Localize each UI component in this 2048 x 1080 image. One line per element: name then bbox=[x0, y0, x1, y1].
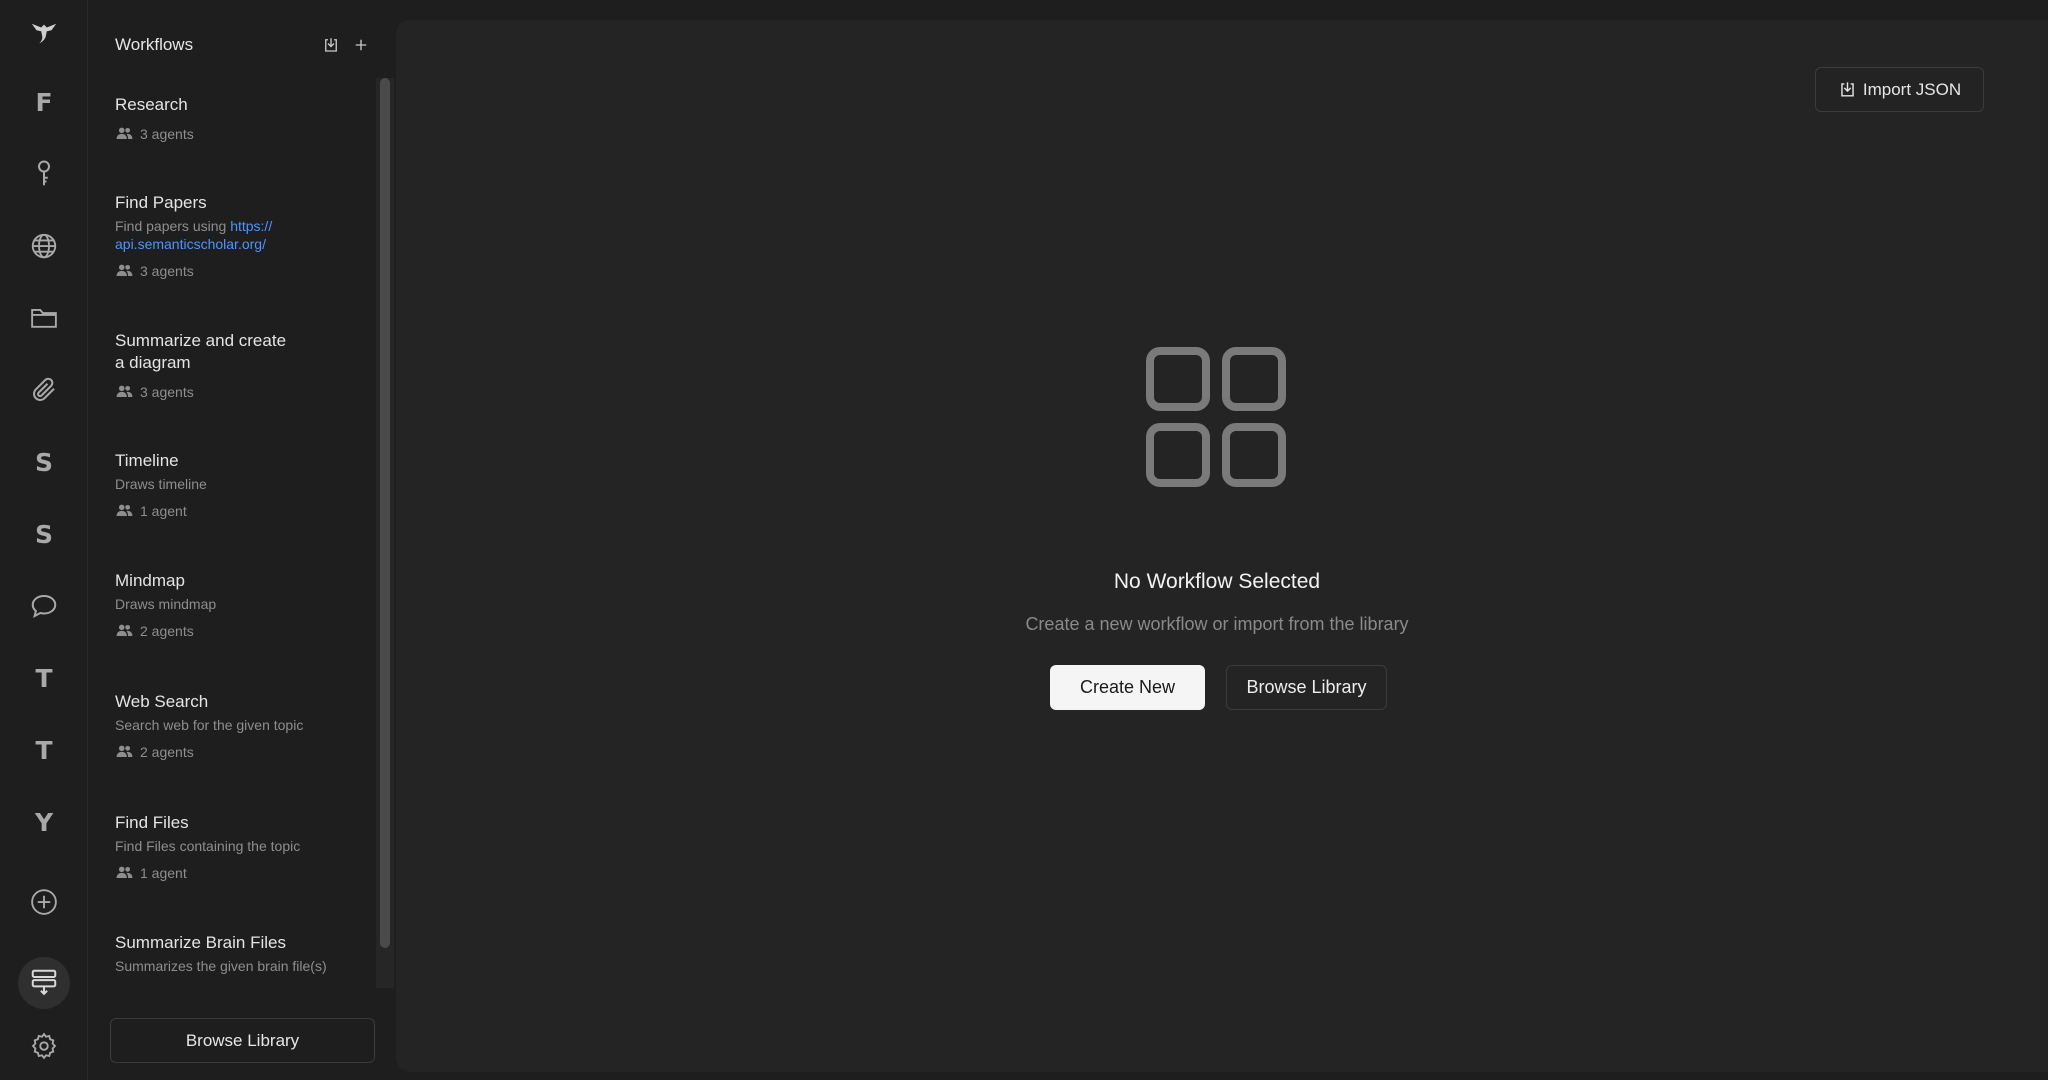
rail-item-chat[interactable] bbox=[0, 578, 88, 634]
import-json-label: Import JSON bbox=[1862, 79, 1962, 99]
gear-icon bbox=[31, 1032, 57, 1060]
grid-icon bbox=[1146, 347, 1286, 487]
workflow-item-find-papers[interactable]: Find Papers Find papers using https:// a… bbox=[115, 192, 370, 280]
settings-button[interactable] bbox=[0, 1018, 88, 1074]
rail-item-workflows[interactable] bbox=[0, 954, 88, 1010]
add-button[interactable] bbox=[0, 874, 88, 930]
users-icon bbox=[116, 127, 133, 140]
rail-letter: S bbox=[34, 519, 53, 549]
users-icon bbox=[116, 264, 133, 277]
import-workflow-button[interactable] bbox=[317, 31, 345, 59]
workflow-agents: 2 agents bbox=[115, 742, 370, 761]
plus-circle-icon bbox=[31, 889, 57, 915]
workflow-description: Draws timeline bbox=[115, 476, 207, 492]
add-workflow-button[interactable] bbox=[347, 31, 375, 59]
workflow-description: Find Files containing the topic bbox=[115, 838, 301, 854]
sidebar-header: Workflows bbox=[115, 30, 375, 60]
workflow-title: Summarize Brain Files bbox=[115, 933, 286, 952]
workflow-agents: 3 agents bbox=[115, 382, 370, 401]
empty-state-title: No Workflow Selected bbox=[1113, 570, 1321, 593]
users-icon bbox=[116, 504, 133, 517]
rail-item-s1[interactable]: S bbox=[0, 434, 88, 490]
rail-item-keys[interactable] bbox=[0, 146, 88, 202]
users-icon bbox=[116, 624, 133, 637]
workflow-title: Web Search bbox=[115, 692, 209, 711]
workflow-item-research[interactable]: Research 3 agents bbox=[115, 94, 370, 143]
users-icon bbox=[116, 745, 133, 758]
plus-icon bbox=[355, 39, 367, 51]
workflow-item-summarize-brain-files[interactable]: Summarize Brain Files Summarizes the giv… bbox=[115, 932, 370, 975]
workflow-list: Research 3 agents Find Papers Find paper… bbox=[115, 78, 370, 988]
workflow-description: Draws mindmap bbox=[115, 596, 217, 612]
rail-letter: S bbox=[34, 447, 53, 477]
workflow-title: Summarize and create a diagram bbox=[115, 331, 287, 372]
logo[interactable] bbox=[0, 6, 88, 62]
workflow-title: Mindmap bbox=[115, 571, 185, 590]
import-icon bbox=[1841, 82, 1854, 97]
workflow-stack-icon bbox=[31, 969, 57, 996]
agent-count: 3 agents bbox=[140, 262, 194, 279]
workflow-title: Find Papers bbox=[115, 193, 207, 212]
agent-count: 3 agents bbox=[140, 383, 194, 400]
rail-item-t1[interactable]: T bbox=[0, 650, 88, 706]
description-text: Find papers using bbox=[115, 218, 231, 234]
icon-rail: F S S T T Y bbox=[0, 0, 88, 1080]
workflow-title: Timeline bbox=[115, 451, 179, 470]
rail-item-t2[interactable]: T bbox=[0, 722, 88, 778]
workflow-agents: 1 agent bbox=[115, 501, 370, 520]
workflow-item-mindmap[interactable]: Mindmap Draws mindmap 2 agents bbox=[115, 570, 370, 640]
rail-item-y[interactable]: Y bbox=[0, 794, 88, 850]
scrollbar-thumb[interactable] bbox=[380, 78, 390, 948]
paperclip-icon bbox=[33, 377, 55, 401]
agent-count: 3 agents bbox=[140, 125, 194, 142]
rail-item-f[interactable]: F bbox=[0, 74, 88, 130]
sidebar-browse-library-button[interactable]: Browse Library bbox=[110, 1018, 375, 1063]
rail-item-attachments[interactable] bbox=[0, 362, 88, 418]
workflow-title: Research bbox=[115, 95, 188, 114]
workflow-item-summarize-diagram[interactable]: Summarize and create a diagram 3 agents bbox=[115, 330, 370, 401]
rail-letter: F bbox=[35, 87, 53, 117]
rail-item-web[interactable] bbox=[0, 218, 88, 274]
workflow-item-web-search[interactable]: Web Search Search web for the given topi… bbox=[115, 691, 370, 761]
rail-letter: T bbox=[35, 663, 53, 693]
users-icon bbox=[116, 866, 133, 879]
key-icon bbox=[38, 160, 50, 186]
sidebar-title: Workflows bbox=[115, 35, 194, 54]
chat-bubble-icon bbox=[31, 594, 57, 618]
rail-letter: T bbox=[35, 735, 53, 765]
workflow-description: Search web for the given topic bbox=[115, 717, 304, 733]
empty-state-subtitle: Create a new workflow or import from the… bbox=[1025, 614, 1409, 634]
workflow-item-timeline[interactable]: Timeline Draws timeline 1 agent bbox=[115, 450, 370, 520]
main-panel bbox=[396, 20, 2048, 1072]
agent-count: 2 agents bbox=[140, 622, 194, 639]
agent-count: 2 agents bbox=[140, 743, 194, 760]
sidebar-scrollbar[interactable] bbox=[376, 78, 394, 988]
workflow-agents: 1 agent bbox=[115, 863, 370, 882]
rail-letter: Y bbox=[34, 807, 54, 837]
agent-count: 1 agent bbox=[140, 864, 187, 881]
workflow-agents: 2 agents bbox=[115, 621, 370, 640]
rail-item-s2[interactable]: S bbox=[0, 506, 88, 562]
create-new-button[interactable]: Create New bbox=[1050, 665, 1205, 710]
bird-logo-icon bbox=[31, 23, 57, 44]
import-json-button[interactable]: Import JSON bbox=[1815, 67, 1984, 112]
workflow-item-find-files[interactable]: Find Files Find Files containing the top… bbox=[115, 812, 370, 882]
workflow-agents: 3 agents bbox=[115, 124, 370, 143]
workflow-description: Summarizes the given brain file(s) bbox=[115, 958, 327, 974]
import-icon bbox=[325, 38, 337, 52]
users-icon bbox=[116, 385, 133, 398]
workflow-title: Find Files bbox=[115, 813, 189, 832]
browse-library-button[interactable]: Browse Library bbox=[1226, 665, 1387, 710]
globe-icon bbox=[31, 233, 57, 259]
workflow-agents: 3 agents bbox=[115, 261, 370, 280]
rail-item-files[interactable] bbox=[0, 290, 88, 346]
folder-icon bbox=[31, 308, 57, 328]
workflow-description: Find papers using https:// api.semantics… bbox=[115, 217, 370, 253]
agent-count: 1 agent bbox=[140, 502, 187, 519]
